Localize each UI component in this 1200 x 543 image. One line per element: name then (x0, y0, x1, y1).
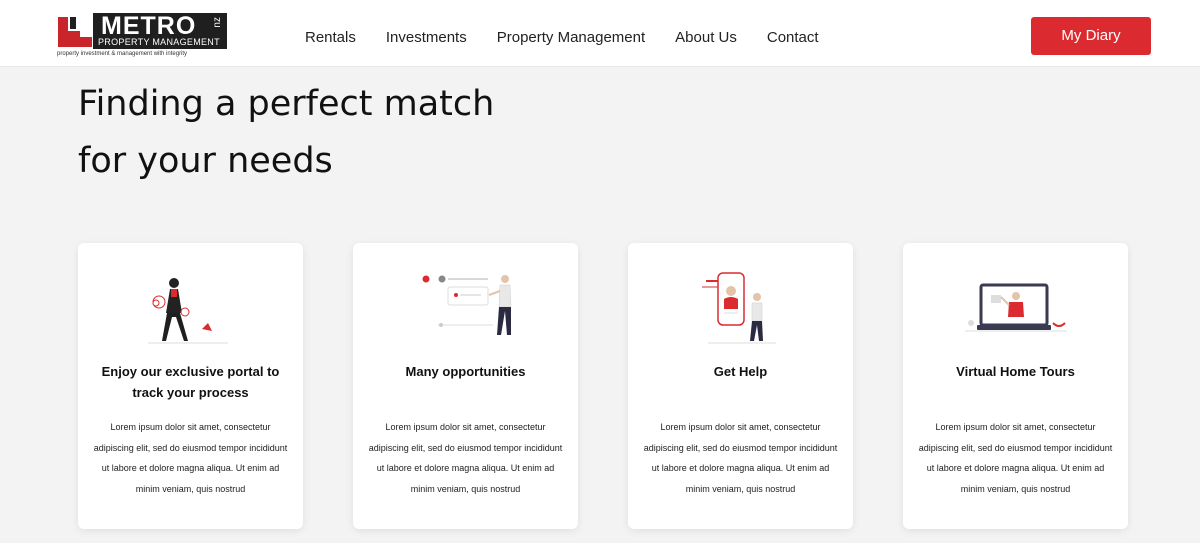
logo-subtitle: PROPERTY MANAGEMENT (98, 37, 220, 47)
my-diary-button[interactable]: My Diary (1031, 17, 1151, 55)
nav-contact[interactable]: Contact (767, 28, 819, 48)
nav-property-management[interactable]: Property Management (497, 28, 645, 48)
card-title: Enjoy our exclusive portal to track your… (101, 364, 280, 400)
card-title: Many opportunities (405, 364, 526, 379)
feature-card-opportunities[interactable]: Many opportunities Lorem ipsum dolor sit… (353, 243, 578, 529)
feature-card-get-help[interactable]: Get Help Lorem ipsum dolor sit amet, con… (628, 243, 853, 529)
card-title: Get Help (713, 364, 768, 379)
main-nav: Rentals Investments Property Management … (305, 28, 819, 48)
card-description: Lorem ipsum dolor sit amet, consectetur … (643, 422, 838, 494)
card-title: Virtual Home Tours (956, 364, 1075, 379)
card-description: Lorem ipsum dolor sit amet, consectetur … (368, 422, 563, 494)
metro-logo[interactable]: METRO nz PROPERTY MANAGEMENT property in… (57, 13, 227, 59)
site-header: METRO nz PROPERTY MANAGEMENT property in… (0, 0, 1200, 67)
heading-line-2: for your needs (78, 141, 333, 181)
logo-nz: nz (212, 17, 223, 28)
feature-card-portal[interactable]: Enjoy our exclusive portal to track your… (78, 243, 303, 529)
nav-about-us[interactable]: About Us (675, 28, 737, 48)
logo-blocks-icon (58, 17, 92, 47)
virtual-tour-illustration-icon (965, 283, 1067, 332)
help-illustration-icon (702, 272, 776, 344)
page-heading: Finding a perfect match for your needs (78, 76, 598, 190)
nav-investments[interactable]: Investments (386, 28, 467, 48)
portal-illustration-icon (148, 278, 228, 344)
feature-card-virtual-tours[interactable]: Virtual Home Tours Lorem ipsum dolor sit… (903, 243, 1128, 529)
logo-brand: METRO (101, 12, 197, 40)
logo-tagline: property investment & management with in… (57, 51, 188, 57)
opportunities-illustration-icon (422, 275, 512, 335)
card-description: Lorem ipsum dolor sit amet, consectetur … (918, 422, 1113, 494)
nav-rentals[interactable]: Rentals (305, 28, 356, 48)
card-description: Lorem ipsum dolor sit amet, consectetur … (93, 422, 288, 494)
logo-wordmark: METRO nz PROPERTY MANAGEMENT (93, 13, 227, 49)
heading-line-1: Finding a perfect match (78, 84, 495, 124)
